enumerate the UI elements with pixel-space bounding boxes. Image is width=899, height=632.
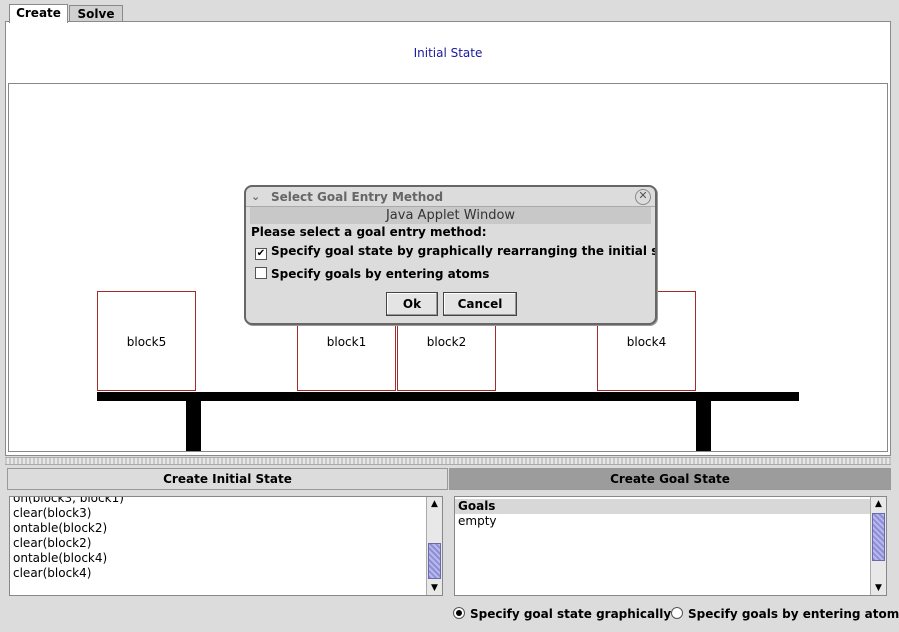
split-pane-divider[interactable]: [5, 457, 891, 465]
radio-label: Specify goals by entering atoms: [688, 607, 899, 621]
ok-button[interactable]: Ok: [386, 292, 438, 316]
goals-list[interactable]: Goals empty ▲ ▼: [454, 496, 887, 596]
create-initial-state-header[interactable]: Create Initial State: [7, 468, 448, 490]
window-top-bar: [0, 0, 899, 4]
radio-indicator[interactable]: [453, 607, 465, 619]
arrow-down-icon[interactable]: ▼: [427, 581, 442, 595]
list-item[interactable]: ontable(block4): [10, 551, 424, 566]
list-item[interactable]: clear(block4): [10, 566, 424, 581]
close-icon[interactable]: ✕: [635, 189, 651, 205]
radio-goal-atoms[interactable]: Specify goals by entering atoms: [671, 605, 899, 623]
cancel-button[interactable]: Cancel: [443, 292, 517, 316]
scrollbar[interactable]: ▲ ▼: [426, 497, 442, 595]
option-label: Specify goals by entering atoms: [271, 267, 490, 281]
option-atoms[interactable]: Specify goals by entering atoms: [255, 267, 489, 281]
arrow-down-icon[interactable]: ▼: [871, 581, 886, 595]
block[interactable]: block5: [97, 291, 196, 391]
list-item[interactable]: clear(block2): [10, 536, 424, 551]
table-top: [97, 392, 799, 401]
list-item[interactable]: ontable(block2): [10, 521, 424, 536]
goals-list-header: Goals: [455, 499, 870, 514]
scrollbar[interactable]: ▲ ▼: [870, 497, 886, 595]
chevron-down-icon[interactable]: ⌄: [251, 187, 260, 207]
table-leg-left: [186, 400, 201, 451]
dialog-title-bar[interactable]: ⌄ Select Goal Entry Method ✕: [246, 187, 655, 207]
create-goal-state-header[interactable]: Create Goal State: [449, 468, 891, 490]
tab-create[interactable]: Create: [9, 4, 68, 23]
radio-indicator[interactable]: [671, 607, 683, 619]
initial-state-list[interactable]: on(block3, block1) clear(block3) ontable…: [9, 496, 443, 596]
radio-goal-graphical[interactable]: Specify goal state graphically: [453, 605, 671, 623]
arrow-up-icon[interactable]: ▲: [427, 497, 442, 511]
list-item[interactable]: clear(block3): [10, 506, 424, 521]
option-graphical[interactable]: ✔ Specify goal state by graphically rearr…: [255, 244, 657, 260]
table-leg-right: [696, 400, 711, 451]
checkbox[interactable]: [255, 267, 267, 279]
check-icon[interactable]: ✔: [255, 248, 267, 260]
list-item[interactable]: on(block3, block1): [10, 497, 424, 506]
list-item[interactable]: empty: [455, 514, 886, 529]
canvas-title: Initial State: [413, 46, 483, 60]
dialog-prompt: Please select a goal entry method:: [251, 225, 487, 239]
radio-label: Specify goal state graphically: [470, 607, 672, 621]
scroll-thumb[interactable]: [428, 543, 441, 579]
option-label: Specify goal state by graphically rearra…: [271, 244, 657, 258]
scroll-thumb[interactable]: [872, 513, 885, 561]
dialog-title: Select Goal Entry Method: [271, 190, 444, 204]
goal-entry-dialog: ⌄ Select Goal Entry Method ✕ Java Applet…: [244, 185, 657, 325]
arrow-up-icon[interactable]: ▲: [871, 497, 886, 511]
applet-warning-banner: Java Applet Window: [250, 207, 651, 224]
